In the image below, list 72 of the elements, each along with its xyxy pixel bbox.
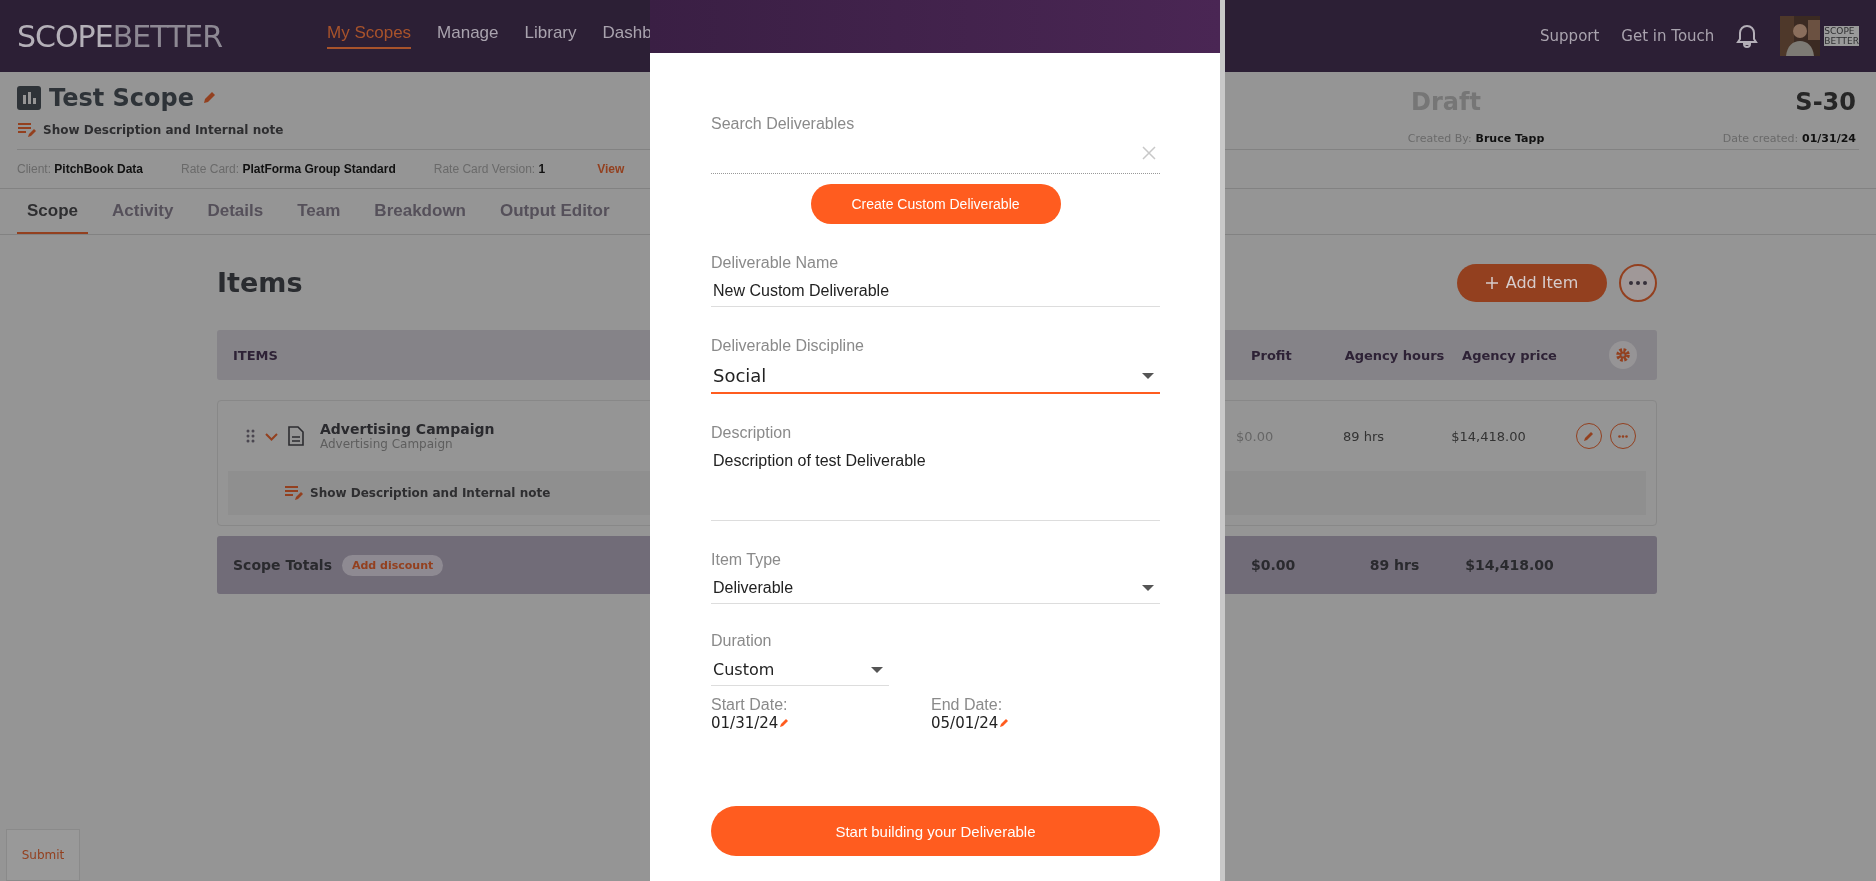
- item-name[interactable]: Advertising Campaign: [320, 421, 495, 437]
- description-toggle[interactable]: Show Description and Internal note: [43, 123, 284, 137]
- column-header: Agency price: [1461, 347, 1558, 363]
- tab[interactable]: Team: [287, 189, 351, 234]
- view-more-link[interactable]: View: [597, 162, 625, 176]
- logo-text: SCOPE: [1824, 26, 1856, 36]
- caret-icon: [1142, 372, 1154, 379]
- caret-icon: [1142, 585, 1154, 591]
- field-label: Deliverable Discipline: [711, 337, 865, 355]
- tab[interactable]: Details: [197, 189, 274, 234]
- total-cell-text: $14,418.00: [1464, 557, 1555, 573]
- pencil-icon[interactable]: [779, 718, 790, 728]
- text-area[interactable]: Description of test Deliverable: [711, 446, 1160, 521]
- pencil-icon[interactable]: [999, 718, 1010, 728]
- pencil-icon: [1583, 430, 1595, 442]
- create-deliverable-button[interactable]: Create Custom Deliverable: [810, 184, 1061, 224]
- column-header: Profit: [1250, 347, 1293, 363]
- tab[interactable]: Scope: [17, 189, 89, 234]
- tab[interactable]: Activity: [102, 189, 184, 234]
- select-field[interactable]: Deliverable: [711, 573, 1160, 604]
- more-icon: [1629, 280, 1647, 285]
- drag-handle-icon[interactable]: [246, 429, 255, 443]
- scope-number: S-30: [1794, 88, 1856, 116]
- nav-link[interactable]: Manage: [437, 23, 499, 49]
- nav-link[interactable]: Library: [524, 23, 577, 49]
- text-field[interactable]: New Custom Deliverable: [711, 276, 1160, 307]
- close-icon[interactable]: [1142, 146, 1156, 160]
- submit-button[interactable]: Submit: [6, 829, 80, 881]
- pencil-icon[interactable]: [202, 91, 217, 105]
- nav-link[interactable]: My Scopes: [327, 23, 412, 49]
- nav-link[interactable]: Dashb: [602, 23, 652, 49]
- start-building-button[interactable]: Start building your Deliverable: [711, 806, 1160, 856]
- notes-edit-icon[interactable]: [17, 122, 37, 138]
- date-value[interactable]: 05/01/24: [931, 714, 999, 732]
- more-button[interactable]: [1619, 263, 1657, 302]
- field-label: Description: [711, 424, 793, 442]
- table-cell-text: $14,418.00: [1450, 428, 1527, 444]
- total-cell-text: $0.00: [1250, 557, 1297, 573]
- chart-icon: [17, 86, 41, 110]
- totals-label: Scope Totals: [233, 557, 332, 573]
- description-toggle[interactable]: Show Description and Internal note: [310, 486, 551, 500]
- field-label: Item Type: [711, 551, 782, 569]
- more-icon: [1618, 434, 1628, 438]
- gear-icon: [1615, 347, 1631, 363]
- header-link[interactable]: Support: [1540, 27, 1600, 45]
- field-label: Duration: [711, 632, 773, 650]
- column-header: ITEMS: [232, 347, 279, 363]
- table-cell-text: 89 hrs: [1342, 428, 1385, 444]
- field-label: End Date:: [931, 696, 1004, 714]
- field-label: Search Deliverables: [711, 115, 856, 133]
- select-field[interactable]: Custom: [711, 654, 889, 686]
- tab[interactable]: Output Editor: [490, 189, 620, 234]
- header-link[interactable]: Get in Touch: [1621, 27, 1715, 45]
- select-field[interactable]: Social: [711, 359, 1160, 394]
- logo-text: BETTER: [1824, 36, 1859, 46]
- date-value[interactable]: 01/31/24: [711, 714, 779, 732]
- tab[interactable]: Breakdown: [364, 189, 476, 234]
- notes-edit-icon[interactable]: [284, 485, 304, 501]
- section-title: Items: [217, 267, 303, 298]
- logo-text[interactable]: SCOPE: [17, 18, 113, 54]
- bell-icon[interactable]: [1736, 24, 1759, 48]
- settings-button[interactable]: [1609, 341, 1637, 369]
- scope-title: Test Scope: [49, 84, 195, 112]
- field-label: Deliverable Name: [711, 254, 840, 272]
- column-header: Agency hours: [1343, 347, 1446, 363]
- logo-text[interactable]: BETTER: [112, 18, 223, 54]
- field-label: Start Date:: [711, 696, 789, 714]
- caret-icon: [871, 666, 883, 673]
- document-icon: [288, 426, 304, 446]
- total-cell-text: 89 hrs: [1368, 557, 1421, 573]
- plus-icon: [1485, 276, 1498, 289]
- add-item-button[interactable]: Add Item: [1457, 263, 1607, 302]
